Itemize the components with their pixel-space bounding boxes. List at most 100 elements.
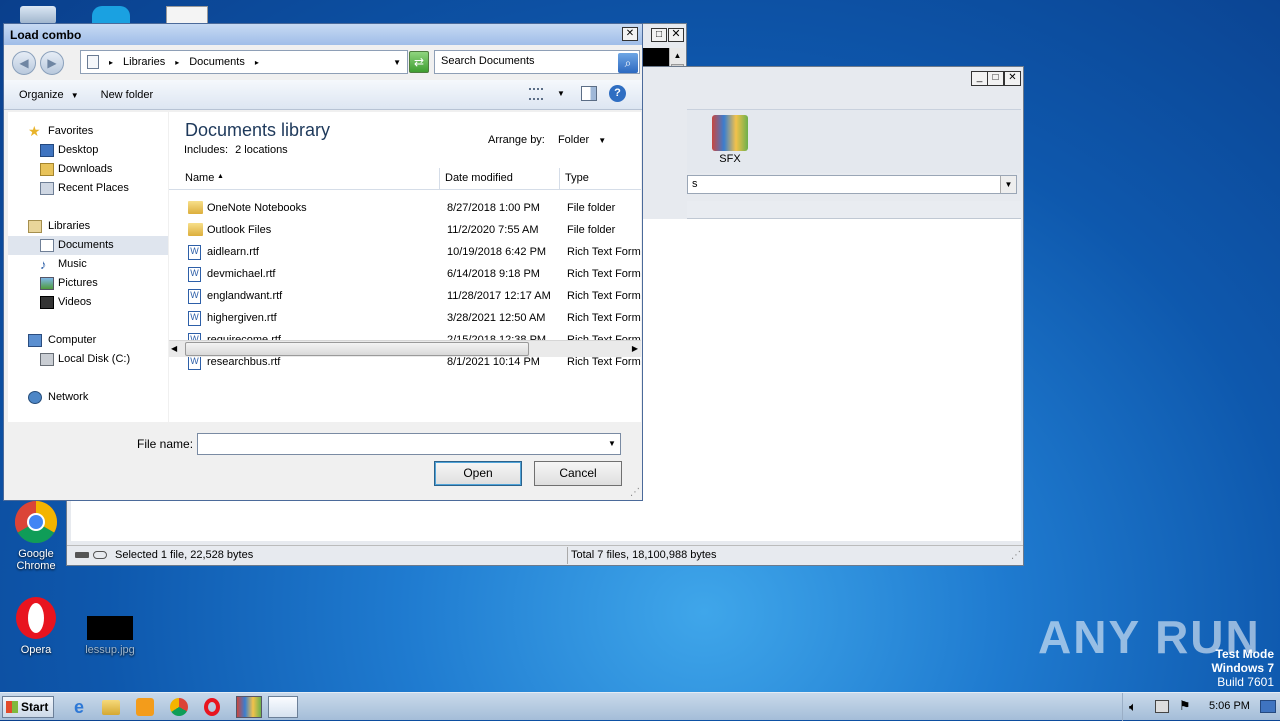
- sfx-button[interactable]: SFX: [707, 115, 753, 165]
- file-name: OneNote Notebooks: [207, 202, 307, 214]
- media-player-icon[interactable]: [136, 698, 154, 716]
- file-name: englandwant.rtf: [207, 290, 283, 302]
- chevron-down-icon[interactable]: ▼: [1000, 176, 1016, 193]
- cancel-button[interactable]: Cancel: [534, 461, 622, 486]
- resize-grip-icon[interactable]: ⋰: [1011, 550, 1021, 561]
- nav-local-disk[interactable]: Local Disk (C:): [8, 350, 168, 369]
- close-button[interactable]: ✕: [1004, 71, 1021, 86]
- refresh-button[interactable]: ⇄: [409, 51, 429, 73]
- open-button[interactable]: Open: [434, 461, 522, 486]
- console-close-button[interactable]: ✕: [668, 28, 684, 42]
- minimize-button[interactable]: _: [971, 71, 988, 86]
- nav-favorites[interactable]: ★ Favorites: [8, 122, 168, 141]
- dialog-taskbar-icon[interactable]: [268, 696, 298, 718]
- filename-input[interactable]: ▼: [197, 433, 621, 455]
- address-dropdown-icon[interactable]: ▼: [393, 58, 401, 67]
- view-options-icon[interactable]: [529, 88, 543, 100]
- libraries-icon: [28, 220, 42, 233]
- file-row[interactable]: Whighergiven.rtf 3/28/2021 12:50 AM Rich T…: [169, 308, 641, 330]
- file-row[interactable]: OneNote Notebooks 8/27/2018 1:00 PM File f…: [169, 198, 641, 220]
- file-row[interactable]: Wenglandwant.rtf 11/28/2017 12:17 AM Rich …: [169, 286, 641, 308]
- dialog-title-bar[interactable]: Load combo ✕: [4, 24, 642, 45]
- search-input[interactable]: Search Documents: [434, 50, 640, 74]
- file-row[interactable]: Wdevmichael.rtf 6/14/2018 9:18 PM Rich Tex…: [169, 264, 641, 286]
- nav-computer[interactable]: Computer: [8, 331, 168, 350]
- document-icon[interactable]: [166, 6, 208, 24]
- organize-menu[interactable]: Organize ▼: [19, 89, 79, 101]
- path-combo[interactable]: s ▼: [687, 175, 1017, 194]
- volume-icon[interactable]: 🔈︎: [1129, 699, 1137, 715]
- scroll-left-arrow-icon[interactable]: ◀: [171, 344, 177, 353]
- search-button[interactable]: ⌕: [618, 53, 638, 73]
- scroll-up-arrow-icon[interactable]: ▲: [670, 48, 685, 64]
- back-button[interactable]: ◀: [12, 51, 36, 75]
- internet-explorer-icon[interactable]: e: [68, 697, 90, 717]
- flag-icon[interactable]: ⚑: [1179, 698, 1191, 714]
- console-minimize-button[interactable]: □: [651, 28, 667, 42]
- column-date-modified[interactable]: Date modified: [445, 172, 513, 184]
- nav-videos[interactable]: Videos: [8, 293, 168, 312]
- arrange-value[interactable]: Folder: [558, 134, 589, 146]
- help-icon[interactable]: ?: [609, 85, 626, 102]
- nav-label: Libraries: [48, 220, 91, 232]
- nav-downloads[interactable]: Downloads: [8, 160, 168, 179]
- dialog-close-button[interactable]: ✕: [622, 27, 638, 41]
- nav-network[interactable]: Network: [8, 388, 168, 407]
- file-row[interactable]: Waidlearn.rtf 10/19/2018 6:42 PM Rich Text…: [169, 242, 641, 264]
- scroll-thumb[interactable]: [185, 342, 529, 356]
- network-tray-icon[interactable]: [1155, 700, 1169, 713]
- nav-label: Computer: [48, 334, 97, 346]
- key-icon: [93, 551, 107, 559]
- breadcrumb-libraries[interactable]: Libraries: [123, 56, 165, 68]
- file-name: aidlearn.rtf: [207, 246, 259, 258]
- lessup-jpg-desktop-icon[interactable]: lessup.jpg: [80, 606, 140, 656]
- address-bar[interactable]: ▸ Libraries ▸ Documents ▸ ▼: [80, 50, 408, 74]
- chevron-down-icon[interactable]: ▼: [598, 136, 606, 145]
- skype-icon[interactable]: [92, 6, 130, 24]
- chevron-down-icon[interactable]: ▼: [604, 434, 620, 454]
- nav-recent-places[interactable]: Recent Places: [8, 179, 168, 198]
- show-desktop-button[interactable]: [1260, 700, 1276, 713]
- breadcrumb-chevron-icon[interactable]: ▸: [109, 58, 113, 67]
- nav-label: Network: [48, 391, 89, 403]
- folder-icon: [188, 223, 203, 236]
- computer-icon: [28, 334, 42, 347]
- nav-music[interactable]: ♪ Music: [8, 255, 168, 274]
- column-divider[interactable]: [439, 168, 440, 190]
- load-combo-dialog[interactable]: Load combo ✕ ◀ ▶ ▸ Libraries ▸ Documents…: [3, 23, 643, 501]
- new-folder-button[interactable]: New folder: [101, 89, 154, 101]
- forward-button[interactable]: ▶: [40, 51, 64, 75]
- column-name[interactable]: Name: [185, 172, 214, 184]
- view-chevron-down-icon[interactable]: ▼: [557, 89, 565, 98]
- google-chrome-desktop-icon[interactable]: Google Chrome: [6, 500, 66, 572]
- breadcrumb-chevron-icon[interactable]: ▸: [175, 58, 179, 67]
- column-type[interactable]: Type: [565, 172, 589, 184]
- explorer-folder-icon[interactable]: [102, 700, 120, 715]
- arrange-by[interactable]: Arrange by: Folder ▼: [488, 134, 606, 146]
- winrar-taskbar-icon[interactable]: [236, 696, 262, 718]
- scroll-right-arrow-icon[interactable]: ▶: [632, 344, 638, 353]
- nav-documents[interactable]: Documents: [8, 236, 168, 255]
- preview-pane-icon[interactable]: [581, 86, 597, 101]
- opera-taskbar-icon[interactable]: [204, 698, 220, 716]
- chrome-taskbar-icon[interactable]: [170, 698, 188, 716]
- nav-label: Favorites: [48, 125, 94, 137]
- column-divider[interactable]: [559, 168, 560, 190]
- horizontal-scrollbar[interactable]: ◀ ▶: [169, 340, 641, 357]
- locations-link[interactable]: 2 locations: [235, 144, 288, 156]
- resize-grip-icon[interactable]: ⋰: [630, 487, 640, 498]
- nav-desktop[interactable]: Desktop: [8, 141, 168, 160]
- file-date: 8/1/2021 10:14 PM: [447, 356, 540, 368]
- library-title: Documents library: [185, 120, 331, 140]
- clock[interactable]: 5:06 PM: [1209, 700, 1250, 712]
- breadcrumb-chevron-icon[interactable]: ▸: [255, 58, 259, 67]
- nav-pictures[interactable]: Pictures: [8, 274, 168, 293]
- start-button[interactable]: Start: [2, 696, 54, 718]
- rtf-document-icon: W: [188, 289, 201, 304]
- breadcrumb-documents[interactable]: Documents: [189, 56, 245, 68]
- file-row[interactable]: Outlook Files 11/2/2020 7:55 AM File folde…: [169, 220, 641, 242]
- recycle-bin-icon[interactable]: [20, 6, 56, 24]
- opera-desktop-icon[interactable]: Opera: [6, 596, 66, 656]
- nav-libraries[interactable]: Libraries: [8, 217, 168, 236]
- maximize-button[interactable]: □: [987, 71, 1004, 86]
